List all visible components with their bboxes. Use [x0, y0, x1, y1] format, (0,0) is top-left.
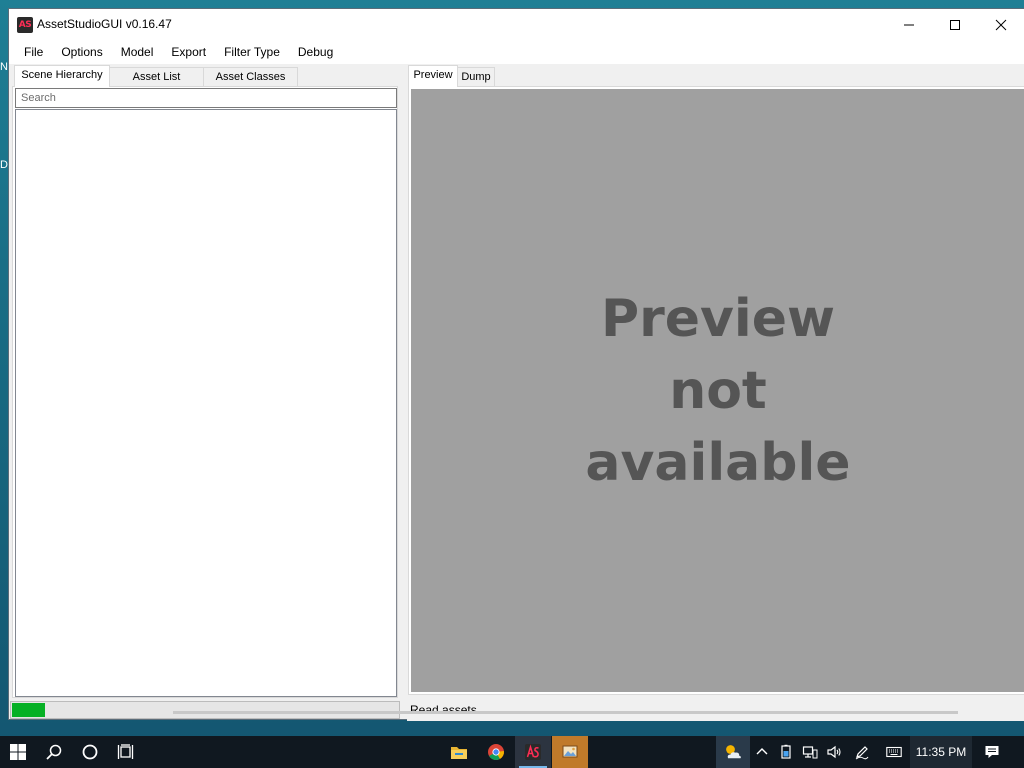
- preview-message-line: not: [669, 360, 767, 421]
- window-title: AssetStudioGUI v0.16.47: [37, 17, 172, 31]
- taskbar-file-explorer[interactable]: [441, 736, 477, 768]
- chrome-icon: [488, 744, 504, 760]
- window-bottom-edge: [173, 711, 958, 714]
- menu-export[interactable]: Export: [162, 40, 215, 64]
- right-pane: Preview Dump Preview not available: [406, 65, 1024, 698]
- progress-bar-fill: [12, 703, 45, 717]
- progress-bar: [10, 701, 400, 719]
- tab-asset-classes[interactable]: Asset Classes: [203, 67, 298, 87]
- pen-icon: [855, 746, 869, 760]
- weather-widget[interactable]: [716, 736, 750, 768]
- show-hidden-icons-button[interactable]: [750, 736, 774, 768]
- battery-tray-button[interactable]: [774, 736, 798, 768]
- cortana-button[interactable]: [72, 736, 108, 768]
- keyboard-icon: [886, 746, 902, 758]
- right-tab-strip: Preview Dump: [406, 65, 1024, 87]
- title-bar[interactable]: AS AssetStudioGUI v0.16.47: [9, 9, 1024, 40]
- preview-area: Preview not available: [411, 89, 1024, 692]
- taskbar: 11:35 PM: [0, 736, 1024, 768]
- battery-icon: [781, 744, 791, 759]
- search-input[interactable]: [15, 88, 397, 108]
- file-explorer-icon: [451, 747, 467, 759]
- task-view-icon: [117, 744, 134, 759]
- menu-filter-type[interactable]: Filter Type: [215, 40, 289, 64]
- windows-start-icon: [10, 744, 26, 760]
- tab-dump[interactable]: Dump: [457, 67, 495, 87]
- start-button[interactable]: [0, 736, 36, 768]
- close-icon: [995, 19, 1007, 30]
- chevron-up-icon: [756, 748, 768, 755]
- preview-message-line: Preview: [600, 288, 836, 349]
- left-pane: Scene Hierarchy Asset List Asset Classes: [10, 65, 400, 698]
- menu-bar: File Options Model Export Filter Type De…: [9, 40, 1024, 64]
- taskbar-assetstudio[interactable]: [515, 736, 551, 768]
- preview-unavailable-message: Preview not available: [568, 283, 868, 499]
- network-icon: [802, 746, 818, 759]
- scene-tree-view[interactable]: [15, 109, 397, 697]
- menu-options[interactable]: Options: [52, 40, 111, 64]
- preview-message-line: available: [585, 432, 851, 493]
- status-bar: Read assets...: [407, 699, 1024, 721]
- weather-cloud-sun-icon: [726, 745, 741, 759]
- tab-scene-hierarchy[interactable]: Scene Hierarchy: [14, 65, 110, 87]
- left-tab-strip: Scene Hierarchy Asset List Asset Classes: [10, 65, 400, 87]
- network-tray-button[interactable]: [798, 736, 822, 768]
- tab-asset-list[interactable]: Asset List: [109, 67, 204, 87]
- status-text: Read assets...: [410, 703, 487, 717]
- app-window: AS AssetStudioGUI v0.16.47 File Options …: [8, 8, 1024, 721]
- maximize-icon: [950, 19, 960, 30]
- minimize-button[interactable]: [886, 9, 932, 40]
- taskbar-image-viewer[interactable]: [552, 736, 588, 768]
- image-viewer-icon: [562, 745, 578, 758]
- speaker-icon: [827, 745, 841, 759]
- menu-debug[interactable]: Debug: [289, 40, 342, 64]
- task-view-button[interactable]: [108, 736, 144, 768]
- volume-tray-button[interactable]: [822, 736, 846, 768]
- close-button[interactable]: [978, 9, 1024, 40]
- taskbar-clock[interactable]: 11:35 PM: [910, 736, 972, 768]
- taskbar-chrome[interactable]: [478, 736, 514, 768]
- assetstudio-icon: [525, 744, 541, 760]
- assetstudio-app-icon: AS: [17, 17, 33, 33]
- notification-icon: [985, 746, 999, 758]
- tab-preview[interactable]: Preview: [408, 65, 458, 87]
- pen-workspace-button[interactable]: [850, 736, 874, 768]
- scene-hierarchy-panel: [12, 86, 398, 698]
- menu-model[interactable]: Model: [112, 40, 163, 64]
- action-center-button[interactable]: [978, 736, 1006, 768]
- menu-file[interactable]: File: [9, 40, 52, 64]
- minimize-icon: [904, 24, 914, 25]
- cortana-icon: [82, 744, 98, 760]
- preview-panel: Preview not available: [408, 86, 1024, 695]
- maximize-button[interactable]: [932, 9, 978, 40]
- search-icon: [46, 744, 62, 760]
- search-button[interactable]: [36, 736, 72, 768]
- touch-keyboard-button[interactable]: [880, 736, 908, 768]
